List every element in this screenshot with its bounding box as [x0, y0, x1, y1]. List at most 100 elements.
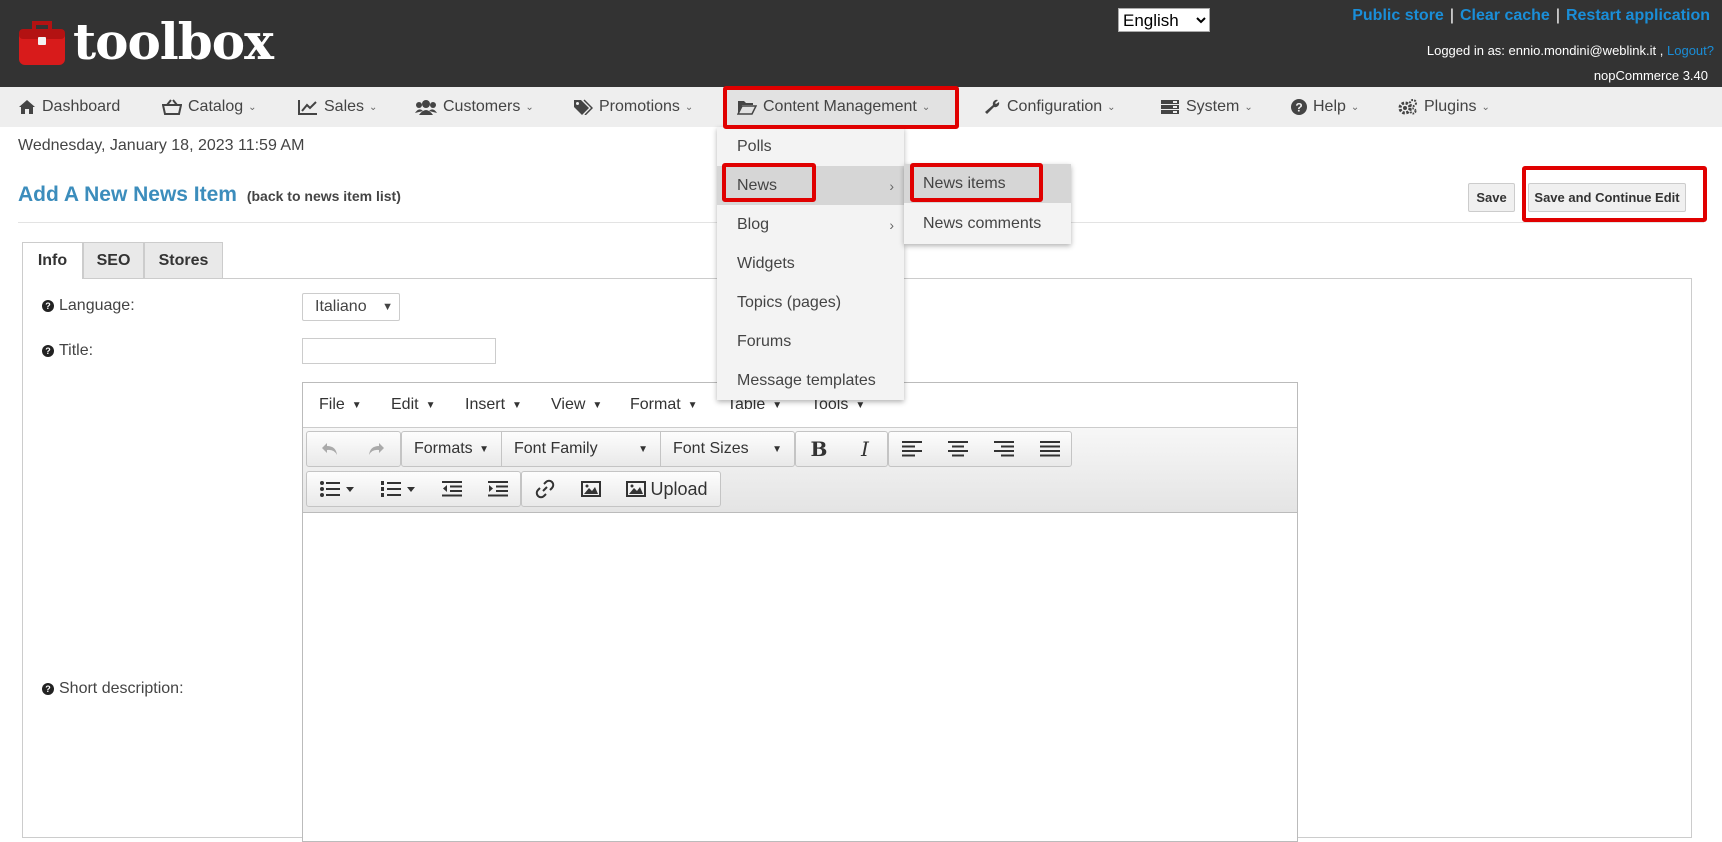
restart-application-link[interactable]: Restart application [1566, 7, 1710, 24]
alignment-group [888, 431, 1072, 467]
undo-redo-group [306, 431, 401, 467]
bullet-list-icon[interactable] [307, 472, 367, 506]
editor-menu-insert-label: Insert [465, 396, 506, 413]
help-icon[interactable]: ? [42, 300, 54, 312]
dropdown-item-widgets[interactable]: Widgets [717, 244, 904, 283]
tab-stores[interactable]: Stores [144, 242, 223, 278]
menu-content-management[interactable]: Content Management ⌄ [725, 87, 959, 127]
rich-text-editor: File ▼ Edit ▼ Insert ▼ View ▼ Format ▼ Table ▼… [302, 382, 1298, 842]
header-bar: toolbox English Public store | Clear cache… [0, 0, 1722, 87]
menu-plugins-label: Plugins [1424, 98, 1477, 115]
menu-configuration-label: Configuration [1007, 98, 1103, 115]
editor-menu-file-label: File [319, 396, 345, 413]
menu-configuration[interactable]: Configuration ⌄ [983, 87, 1116, 127]
align-left-icon[interactable] [889, 432, 935, 466]
chevron-down-icon: ⌄ [684, 101, 694, 113]
help-icon[interactable]: ? [42, 683, 54, 695]
language-dropdown-value: Italiano [315, 298, 367, 315]
indent-icon[interactable] [475, 472, 521, 506]
main-menu: Dashboard Catalog ⌄ Sales ⌄ Customers ⌄ Pro… [0, 87, 1722, 127]
save-and-continue-button[interactable]: Save and Continue Edit [1528, 183, 1686, 212]
language-select[interactable]: English [1118, 8, 1210, 32]
top-links: Public store | Clear cache | Restart applica… [1352, 7, 1710, 24]
upload-button[interactable]: Upload [614, 472, 720, 506]
menu-system-label: System [1186, 98, 1240, 115]
menu-customers-label: Customers [443, 98, 521, 115]
logout-link[interactable]: Logout? [1667, 43, 1714, 58]
link-icon[interactable] [522, 472, 568, 506]
menu-sales-label: Sales [324, 98, 365, 115]
editor-menu-view[interactable]: View ▼ [551, 383, 602, 427]
title-input[interactable] [302, 338, 496, 364]
format-dropdowns-group: Formats ▼ Font Family ▼ Font Sizes ▼ [401, 431, 795, 467]
title-label: ? Title: [42, 342, 93, 360]
dropdown-item-forums-label: Forums [737, 332, 792, 350]
outdent-icon[interactable] [429, 472, 475, 506]
editor-menu-file[interactable]: File ▼ [319, 383, 362, 427]
formats-dropdown-label: Formats [414, 440, 473, 457]
language-label-text: Language: [59, 297, 135, 314]
editor-menu-format[interactable]: Format ▼ [630, 383, 698, 427]
chevron-down-icon: ⌄ [1350, 101, 1360, 113]
upload-image-icon [626, 481, 647, 497]
tab-seo[interactable]: SEO [83, 242, 144, 278]
menu-catalog[interactable]: Catalog ⌄ [161, 87, 257, 127]
dropdown-item-message-templates[interactable]: Message templates [717, 361, 904, 400]
editor-menu-insert[interactable]: Insert ▼ [465, 383, 522, 427]
redo-icon[interactable] [353, 432, 399, 466]
formats-dropdown[interactable]: Formats ▼ [402, 432, 501, 466]
tab-info[interactable]: Info [22, 242, 83, 279]
italic-icon[interactable]: I [842, 432, 888, 466]
list-indent-group [306, 471, 521, 507]
back-to-list-link[interactable]: (back to news item list) [247, 188, 401, 204]
align-center-icon[interactable] [935, 432, 981, 466]
image-icon[interactable] [568, 472, 614, 506]
basket-icon [161, 99, 183, 115]
version-label: nopCommerce 3.40 [1593, 68, 1708, 83]
chevron-down-icon: ⌄ [921, 101, 931, 113]
dropdown-item-news[interactable]: News › [717, 166, 904, 205]
menu-plugins[interactable]: Plugins ⌄ [1398, 87, 1490, 127]
font-sizes-dropdown-label: Font Sizes [673, 440, 749, 457]
caret-down-icon: ▼ [351, 399, 362, 411]
align-right-icon[interactable] [981, 432, 1027, 466]
dropdown-item-polls[interactable]: Polls [717, 127, 904, 166]
menu-system[interactable]: System ⌄ [1160, 87, 1253, 127]
undo-icon[interactable] [307, 432, 353, 466]
users-icon [415, 99, 437, 115]
menu-customers[interactable]: Customers ⌄ [415, 87, 534, 127]
clear-cache-link[interactable]: Clear cache [1460, 7, 1550, 24]
submenu-item-news-items[interactable]: News items [904, 164, 1071, 203]
menu-help[interactable]: ? Help ⌄ [1291, 87, 1359, 127]
caret-down-icon: ▼ [687, 399, 698, 411]
public-store-link[interactable]: Public store [1352, 7, 1444, 24]
server-icon [1160, 99, 1180, 115]
menu-sales[interactable]: Sales ⌄ [298, 87, 377, 127]
menu-dashboard-label: Dashboard [42, 98, 121, 115]
font-family-dropdown[interactable]: Font Family ▼ [502, 432, 660, 466]
save-button[interactable]: Save [1468, 183, 1515, 212]
wrench-icon [983, 99, 1001, 115]
chevron-down-icon: ⌄ [369, 101, 378, 113]
logged-in-info: Logged in as: ennio.mondini@weblink.it ,… [1427, 43, 1714, 58]
bold-icon[interactable]: B [796, 432, 842, 466]
editor-menu-edit[interactable]: Edit ▼ [391, 383, 435, 427]
menu-dashboard[interactable]: Dashboard [18, 87, 120, 127]
line-chart-icon [298, 99, 318, 115]
editor-content-area[interactable] [303, 513, 1297, 841]
help-icon[interactable]: ? [42, 345, 54, 357]
submenu-item-news-comments[interactable]: News comments [904, 204, 1071, 243]
dropdown-item-blog[interactable]: Blog › [717, 205, 904, 244]
numbered-list-icon[interactable] [367, 472, 429, 506]
language-dropdown[interactable]: Italiano ▼ [302, 293, 400, 321]
caret-down-icon: ▼ [855, 399, 866, 411]
dropdown-item-news-label: News [737, 176, 778, 194]
dropdown-item-forums[interactable]: Forums [717, 322, 904, 361]
menu-promotions[interactable]: Promotions ⌄ [573, 87, 693, 127]
dropdown-item-topics[interactable]: Topics (pages) [717, 283, 904, 322]
align-justify-icon[interactable] [1027, 432, 1073, 466]
font-sizes-dropdown[interactable]: Font Sizes ▼ [661, 432, 794, 466]
font-family-dropdown-label: Font Family [514, 440, 598, 457]
logo[interactable]: toolbox [17, 17, 274, 67]
dropdown-item-message-templates-label: Message templates [737, 371, 876, 389]
